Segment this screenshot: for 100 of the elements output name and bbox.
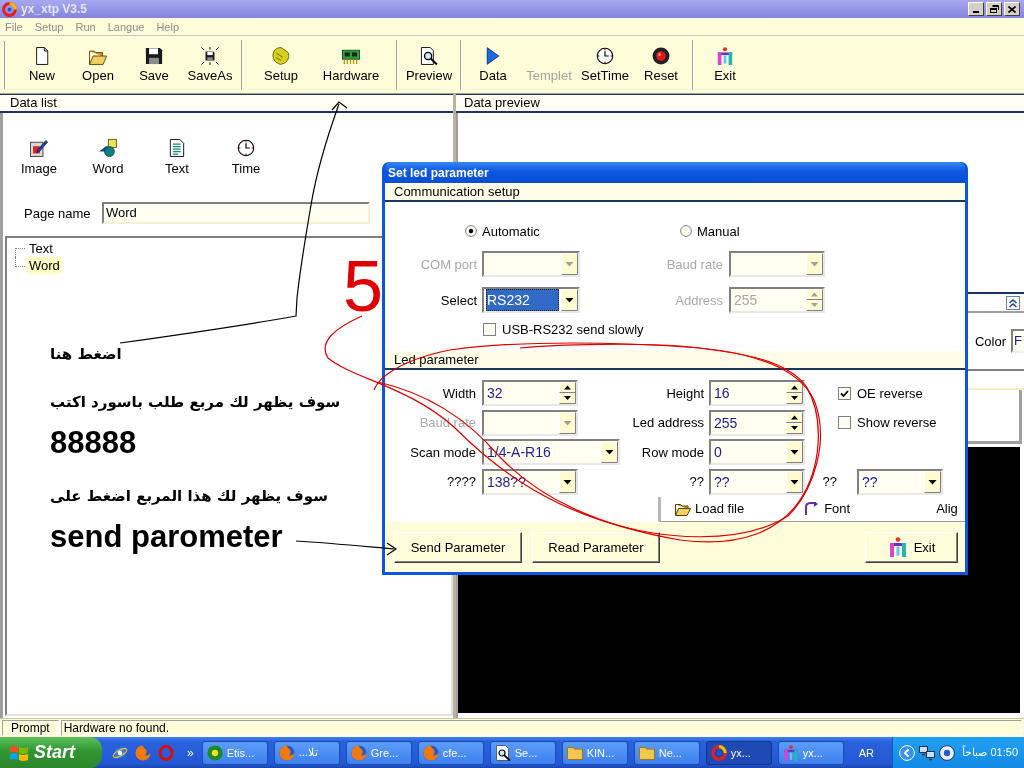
page-name-field[interactable]: Word: [102, 202, 370, 224]
page-magnifier-icon: [420, 47, 438, 65]
scribbled-digit: 5: [343, 250, 384, 322]
globe-icon: [422, 744, 439, 761]
document-icon: [168, 139, 186, 157]
tool-button[interactable]: Font: [804, 501, 851, 516]
annotation-text: اضغط هنا: [50, 344, 122, 365]
taskbar-button[interactable]: yx...: [705, 740, 772, 765]
dropdown[interactable]: 0: [709, 439, 805, 465]
radio-button[interactable]: Automatic: [465, 223, 540, 239]
folder-icon: [566, 744, 583, 761]
clock-icon: [237, 139, 255, 157]
spin-arrows-icon: [786, 382, 803, 404]
toolbar-button[interactable]: SetTime: [577, 37, 633, 93]
disc-icon: [206, 744, 223, 761]
dropdown[interactable]: ??: [857, 468, 943, 495]
play-triangle-icon: [484, 47, 502, 65]
status-label: Prompt: [2, 720, 59, 736]
dropdown-arrow-icon: [561, 253, 578, 275]
field-label: Scan mode: [410, 444, 476, 460]
field-label: Width: [442, 385, 476, 401]
field-label: Select: [440, 292, 477, 308]
toolbar-button[interactable]: Preview: [401, 37, 457, 93]
dropdown-arrow-icon: [559, 411, 576, 434]
spin-box[interactable]: 255: [709, 409, 805, 436]
open-folder-icon: [675, 501, 691, 516]
toolbar-button[interactable]: Hardware: [309, 37, 393, 93]
page-icon: [33, 47, 51, 65]
toolbar-button[interactable]: Setup: [253, 37, 309, 93]
field-label: Baud rate: [666, 256, 723, 272]
field-label: Row mode: [641, 444, 704, 460]
tree-item[interactable]: Text: [27, 240, 55, 257]
toolbar-button[interactable]: New: [14, 37, 70, 93]
insert-button[interactable]: Word: [78, 139, 138, 176]
dropdown[interactable]: ??: [709, 468, 805, 495]
field-label: ??: [822, 474, 837, 489]
start-button[interactable]: Start: [0, 737, 102, 768]
toolbar-button[interactable]: Reset: [633, 37, 689, 93]
tool-button[interactable]: Load file: [675, 501, 745, 516]
toolbar-button[interactable]: SaveAs: [182, 37, 238, 93]
checkbox[interactable]: Show reverse: [838, 415, 937, 430]
folder-icon: [638, 744, 655, 761]
globe-icon: [350, 744, 367, 761]
annotation-text: 88888: [50, 426, 137, 460]
spin-box[interactable]: 32: [482, 380, 578, 406]
field-label: ????: [447, 474, 476, 489]
spin-box[interactable]: 16: [709, 380, 805, 406]
window-title: yx_xtp V3.5: [21, 2, 88, 16]
annotation-text: سوف يظهر لك هذا المربع اضغط على: [50, 486, 328, 507]
round-badge-icon[interactable]: [939, 744, 956, 761]
spin-arrows-icon: [786, 411, 803, 434]
minimize-icon: [973, 11, 979, 13]
dialog-button[interactable]: Exit: [865, 531, 958, 563]
toolbar-button[interactable]: Open: [70, 37, 126, 93]
field-label: Page name: [24, 205, 91, 221]
open-folder-icon: [89, 47, 107, 65]
insert-button[interactable]: Time: [216, 139, 276, 176]
annotation-text: سوف يظهر لك مربع طلب باسورد اكتب: [50, 392, 341, 413]
ring-logo-icon: [710, 744, 727, 761]
dropdown-arrow-icon: [786, 441, 803, 463]
doorway-icon: [782, 744, 799, 761]
panel-header: Data preview: [456, 94, 1024, 113]
doorway-icon: [716, 47, 734, 65]
toolbar-button[interactable]: Save: [126, 37, 182, 93]
radio-button[interactable]: Manual: [680, 223, 740, 239]
insert-button[interactable]: Image: [9, 139, 69, 176]
record-dot-icon: [652, 47, 670, 65]
tool-button[interactable]: Alig: [936, 501, 958, 516]
checkbox[interactable]: OE reverse: [838, 385, 923, 401]
restore-button[interactable]: [986, 2, 1002, 16]
double-chevron-up-icon[interactable]: [1006, 295, 1020, 310]
dialog-button[interactable]: Send Parameter: [394, 531, 522, 563]
more-button[interactable]: »: [185, 745, 196, 760]
globe-icon: [278, 744, 295, 761]
page-magnifier-icon: [494, 744, 511, 761]
language-indicator[interactable]: AR: [858, 746, 874, 759]
dialog-title: Set led parameter: [388, 165, 489, 180]
dropdown[interactable]: RS232: [482, 287, 580, 313]
field-label: Color: [974, 333, 1006, 349]
insert-button[interactable]: Text: [147, 139, 207, 176]
minimize-button[interactable]: [968, 2, 984, 16]
toolbar-button[interactable]: Data: [465, 37, 521, 93]
close-button[interactable]: [1004, 2, 1020, 16]
dropdown-arrow-icon: [559, 470, 576, 493]
checkbox[interactable]: USB-RS232 send slowly: [483, 321, 644, 337]
field-label: Led address: [632, 415, 704, 430]
computers-icon[interactable]: [919, 744, 936, 761]
tree-item[interactable]: Word: [27, 257, 62, 274]
toolbar-button[interactable]: Exit: [697, 37, 753, 93]
flag-icon: [9, 743, 29, 762]
section-header: Communication setup: [385, 183, 965, 202]
field-label: Height: [666, 385, 704, 401]
status-message: Hardware no found.: [60, 720, 1022, 736]
dialog-button[interactable]: Read Parameter: [532, 531, 660, 563]
color-field[interactable]: F: [1011, 329, 1024, 353]
field-label: ??: [689, 474, 704, 489]
clock: 01:50 صباحاً: [962, 746, 1018, 759]
clock-icon: [596, 47, 614, 65]
circuit-board-icon: [342, 47, 360, 65]
close-icon: [1008, 5, 1016, 13]
